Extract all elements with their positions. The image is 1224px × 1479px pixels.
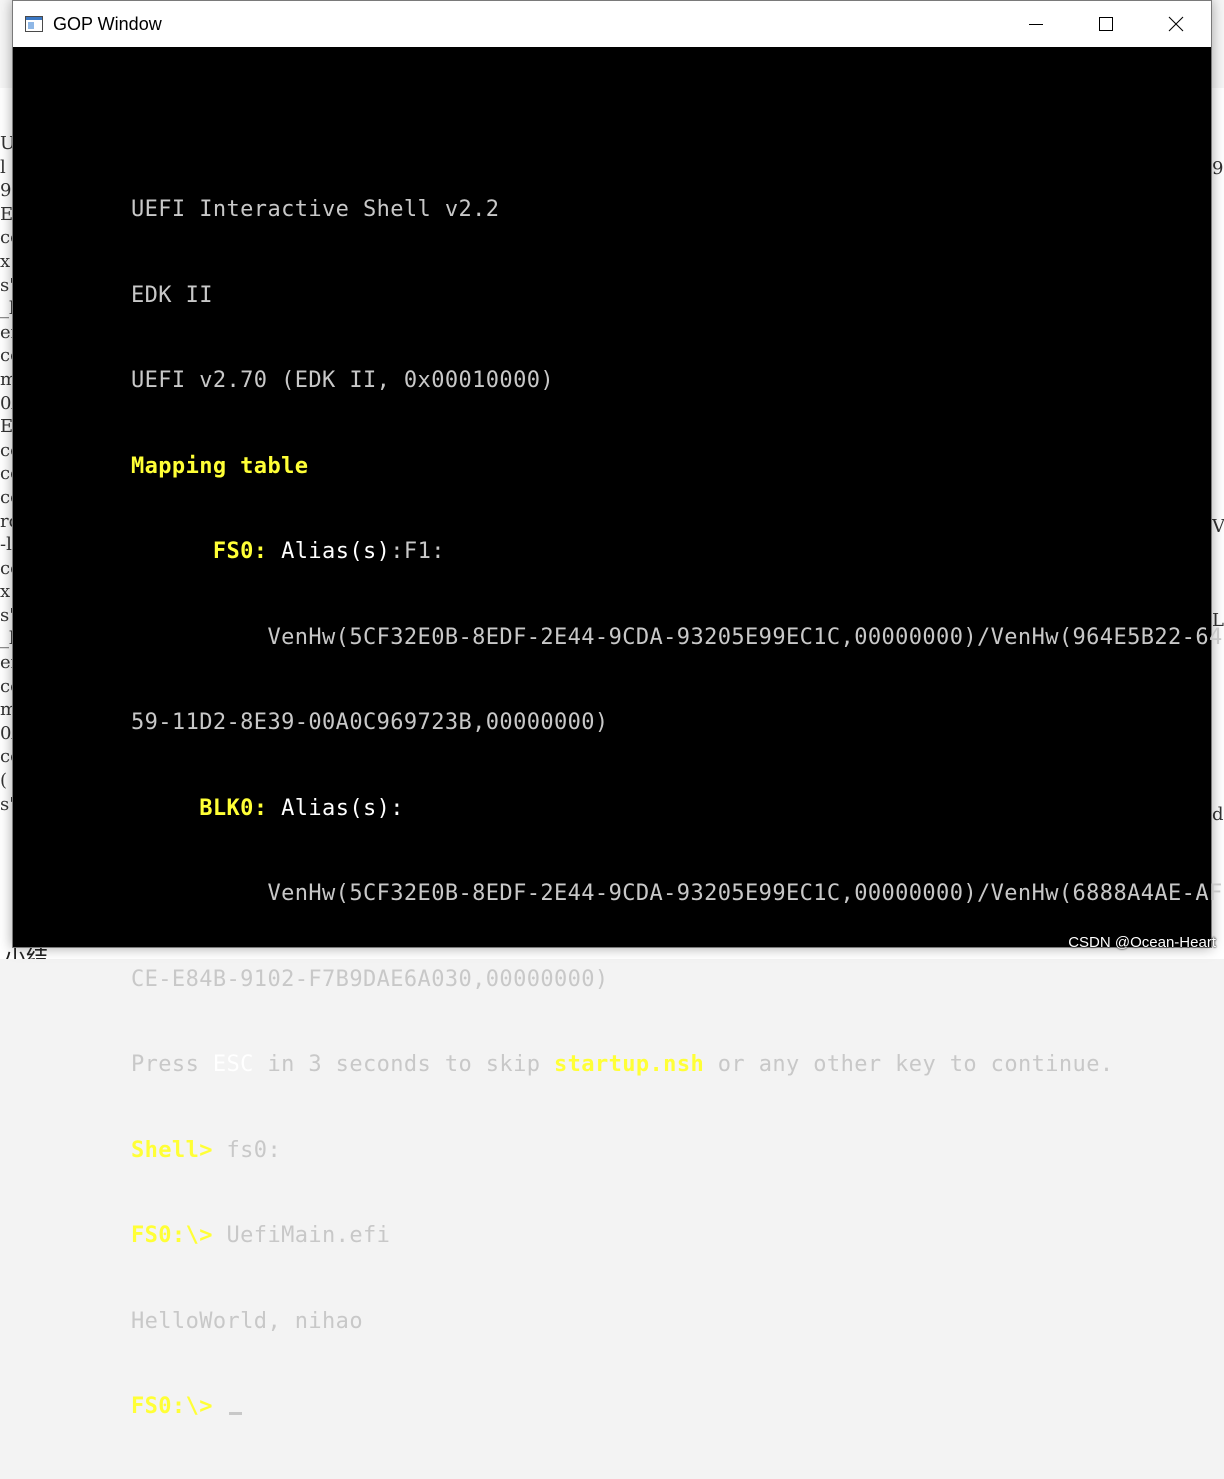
blk0-mapping-line: BLK0: Alias(s): [131, 795, 1223, 824]
command-text: UefiMain.efi [212, 1223, 391, 1248]
fs0-device-path-cont: 59-11D2-8E39-00A0C969723B,00000000) [131, 709, 1223, 738]
alias-label: Alias(s) [267, 539, 391, 564]
title-bar[interactable]: GOP Window [13, 1, 1211, 47]
shell-output: UEFI Interactive Shell v2.2 EDK II UEFI … [131, 139, 1223, 1479]
minimize-icon [1029, 24, 1043, 25]
shell-prompt: Shell> [131, 1137, 213, 1163]
fs0-prompt: FS0:\> [131, 1223, 213, 1248]
blk0-device-path-cont: CE-E84B-9102-F7B9DAE6A030,00000000) [131, 966, 1223, 995]
close-icon [1168, 16, 1184, 32]
fs0-mapping-line: FS0: Alias(s):F1: [131, 538, 1223, 567]
blk0-alias-value: : [390, 795, 404, 821]
startup-nsh-text: startup.nsh [554, 1052, 705, 1077]
command-text: fs0: [212, 1137, 282, 1163]
program-output-line: HelloWorld, nihao [131, 1308, 1223, 1337]
fs0-alias-value: :F1: [390, 539, 445, 564]
shell-uefi-version-line: UEFI v2.70 (EDK II, 0x00010000) [131, 367, 1223, 396]
uefi-version-text: UEFI v2.70 (EDK II, 0x00010000) [131, 368, 554, 393]
current-command-line[interactable]: FS0:\> [131, 1393, 1223, 1422]
window-title: GOP Window [53, 13, 162, 34]
mapping-table-text: Mapping table [131, 453, 309, 479]
press-text: Press [131, 1052, 213, 1077]
mapping-table-heading: Mapping table [131, 453, 1223, 482]
fs0-device-path-cont-text: 59-11D2-8E39-00A0C969723B,00000000) [131, 710, 609, 735]
esc-key-text: ESC [212, 1052, 254, 1077]
seconds-text: in 3 seconds to skip [253, 1052, 555, 1077]
close-button[interactable] [1141, 1, 1211, 47]
fs0-prompt: FS0:\> [131, 1394, 213, 1419]
text-cursor [228, 1412, 242, 1415]
maximize-button[interactable] [1071, 1, 1141, 47]
window-controls [1001, 1, 1211, 47]
startup-prompt-line: Press ESC in 3 seconds to skip startup.n… [131, 1051, 1223, 1080]
command-line-fs0: Shell> fs0: [131, 1137, 1223, 1166]
blk0-label: BLK0: [199, 795, 268, 821]
shell-edk-line: EDK II [131, 282, 1223, 311]
minimize-button[interactable] [1001, 1, 1071, 47]
command-line-uefimain: FS0:\> UefiMain.efi [131, 1222, 1223, 1251]
maximize-icon [1099, 17, 1113, 31]
gop-framebuffer[interactable]: UEFI Interactive Shell v2.2 EDK II UEFI … [13, 47, 1222, 1419]
banner-text: UEFI Interactive Shell v2.2 [131, 197, 500, 222]
continue-text: or any other key to continue. [704, 1052, 1114, 1077]
alias-label: Alias(s) [267, 795, 391, 821]
gop-window[interactable]: GOP Window UEFI Interactive Shell v2.2 E… [12, 0, 1222, 1419]
fs0-device-path-line: VenHw(5CF32E0B-8EDF-2E44-9CDA-93205E99EC… [131, 624, 1223, 653]
edk-text: EDK II [131, 282, 213, 308]
blk0-device-path: VenHw(5CF32E0B-8EDF-2E44-9CDA-93205E99EC… [131, 881, 1223, 906]
shell-banner-line: UEFI Interactive Shell v2.2 [131, 196, 1223, 225]
csdn-watermark: CSDN @Ocean-Heart [1068, 934, 1216, 951]
fs0-device-path: VenHw(5CF32E0B-8EDF-2E44-9CDA-93205E99EC… [131, 624, 1223, 650]
app-window-icon [25, 15, 43, 33]
blk0-device-path-cont-text: CE-E84B-9102-F7B9DAE6A030,00000000) [131, 966, 609, 992]
blk0-device-path-line: VenHw(5CF32E0B-8EDF-2E44-9CDA-93205E99EC… [131, 880, 1223, 909]
command-input[interactable] [213, 1394, 227, 1419]
fs0-label: FS0: [212, 539, 268, 564]
program-output-text: HelloWorld, nihao [131, 1308, 363, 1334]
